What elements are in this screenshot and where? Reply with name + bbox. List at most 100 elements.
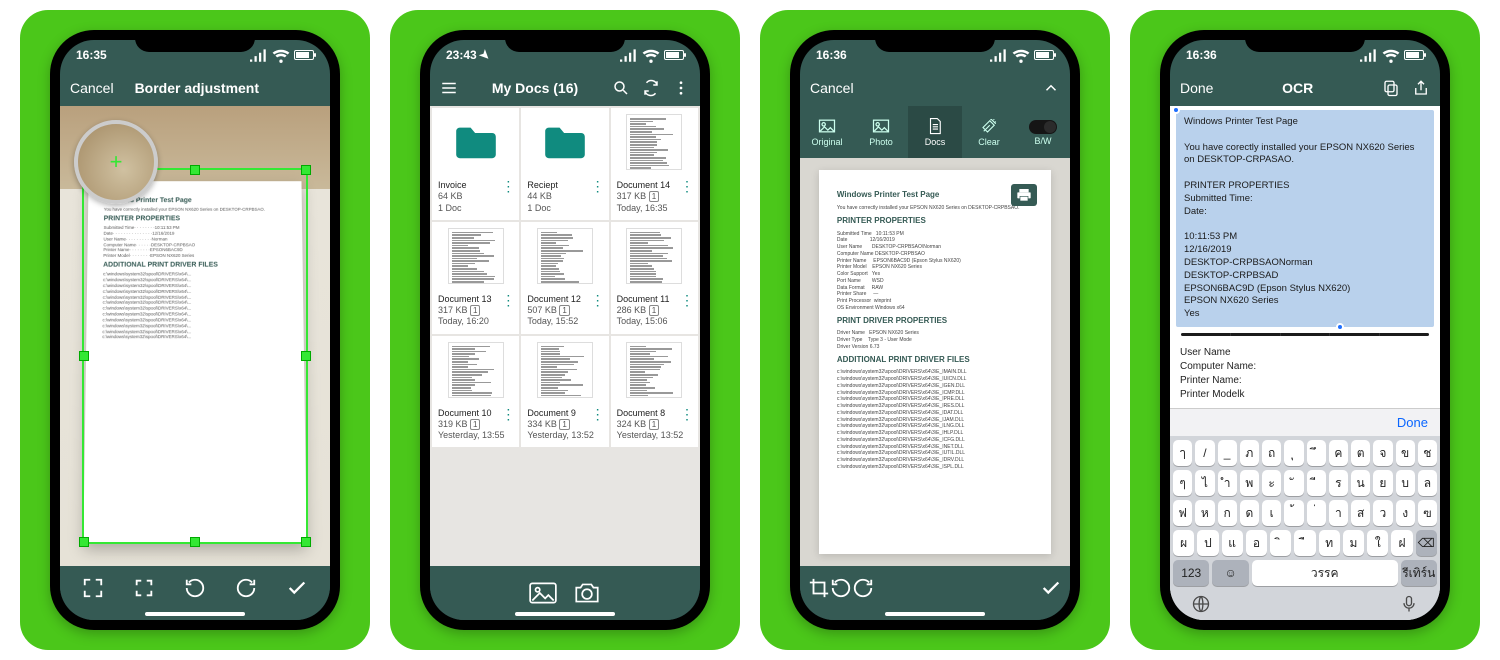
doc-cell[interactable]: Invoice64 KB1 Doc⋮ [432, 108, 519, 220]
docs-grid[interactable]: Invoice64 KB1 Doc⋮Reciept44 KB1 Doc⋮Docu… [430, 106, 700, 566]
filter-tab-original[interactable]: Original [800, 106, 854, 158]
share-icon[interactable] [1412, 79, 1430, 97]
camera-icon[interactable] [572, 580, 602, 606]
done-button[interactable]: Done [1180, 80, 1213, 96]
key[interactable]: น [1351, 470, 1370, 496]
key[interactable]: ั [1284, 470, 1303, 496]
crop-handle-r[interactable] [301, 351, 311, 361]
crop-handle-bl[interactable] [79, 537, 89, 547]
key[interactable]: ง [1396, 500, 1415, 526]
selection-handle-start[interactable] [1172, 106, 1180, 114]
key[interactable]: ค [1329, 440, 1348, 466]
filter-tab-photo[interactable]: Photo [854, 106, 908, 158]
globe-icon[interactable] [1191, 594, 1211, 614]
crop-handle-l[interactable] [79, 351, 89, 361]
doc-more-icon[interactable]: ⋮ [680, 412, 694, 416]
bw-toggle[interactable] [1029, 120, 1057, 134]
key[interactable]: ล [1418, 470, 1437, 496]
doc-cell[interactable]: Document 14317 KB 1Today, 16:35⋮ [611, 108, 698, 220]
chevron-up-icon[interactable] [1042, 79, 1060, 97]
doc-cell[interactable]: Document 10319 KB 1Yesterday, 13:55⋮ [432, 336, 519, 448]
crop-handle-b[interactable] [190, 537, 200, 547]
key[interactable]: ว [1373, 500, 1392, 526]
ocr-selection[interactable]: Windows Printer Test Page You have corec… [1176, 110, 1434, 327]
key[interactable]: ฟ [1173, 500, 1192, 526]
fullscreen-icon[interactable] [133, 577, 155, 599]
cancel-button[interactable]: Cancel [810, 80, 854, 96]
key[interactable]: ึ [1307, 440, 1326, 466]
key[interactable]: ต [1351, 440, 1370, 466]
key[interactable]: ⌫ [1416, 530, 1437, 556]
filter-tab-docs[interactable]: Docs [908, 106, 962, 158]
key[interactable]: ช [1418, 440, 1437, 466]
filter-tab-clear[interactable]: Clear [962, 106, 1016, 158]
key[interactable]: ภ [1240, 440, 1259, 466]
key[interactable]: ผ [1173, 530, 1194, 556]
key[interactable]: ท [1319, 530, 1340, 556]
key[interactable]: ใ [1367, 530, 1388, 556]
key[interactable]: ุ [1284, 440, 1303, 466]
key[interactable]: ม [1343, 530, 1364, 556]
key[interactable]: บ [1396, 470, 1415, 496]
doc-more-icon[interactable]: ⋮ [680, 298, 694, 302]
key[interactable]: ส [1351, 500, 1370, 526]
key-emoji[interactable]: ☺ [1212, 560, 1248, 586]
check-icon[interactable] [1040, 577, 1062, 599]
key[interactable]: ป [1197, 530, 1218, 556]
more-icon[interactable] [672, 79, 690, 97]
doc-cell[interactable]: Document 8324 KB 1Yesterday, 13:52⋮ [611, 336, 698, 448]
rotate-ccw-icon[interactable] [830, 577, 852, 599]
selection-handle-end[interactable] [1336, 323, 1344, 331]
crop-handle-tr[interactable] [301, 165, 311, 175]
key[interactable]: ื [1294, 530, 1315, 556]
key[interactable]: ย [1373, 470, 1392, 496]
key[interactable]: แ [1222, 530, 1243, 556]
key-123[interactable]: 123 [1173, 560, 1209, 586]
key[interactable]: ะ [1262, 470, 1281, 496]
search-icon[interactable] [612, 79, 630, 97]
key[interactable]: ถ [1262, 440, 1281, 466]
key[interactable]: _ [1218, 440, 1237, 466]
key[interactable]: ิ [1270, 530, 1291, 556]
key[interactable]: ๆ [1173, 470, 1192, 496]
key[interactable]: ไ [1195, 470, 1214, 496]
doc-more-icon[interactable]: ⋮ [591, 298, 605, 302]
key[interactable]: ี [1307, 470, 1326, 496]
key[interactable]: ๅ [1173, 440, 1192, 466]
doc-more-icon[interactable]: ⋮ [591, 184, 605, 188]
document-viewport[interactable]: Windows Printer Test Page You have corre… [800, 158, 1070, 566]
key[interactable]: / [1195, 440, 1214, 466]
doc-cell[interactable]: Reciept44 KB1 Doc⋮ [521, 108, 608, 220]
doc-cell[interactable]: Document 9334 KB 1Yesterday, 13:52⋮ [521, 336, 608, 448]
doc-more-icon[interactable]: ⋮ [680, 184, 694, 188]
rotate-cw-icon[interactable] [235, 577, 257, 599]
fit-icon[interactable] [82, 577, 104, 599]
key[interactable]: ฝ [1391, 530, 1412, 556]
crop-icon[interactable] [808, 577, 830, 599]
key[interactable]: ห [1195, 500, 1214, 526]
doc-cell[interactable]: Document 12507 KB 1Today, 15:52⋮ [521, 222, 608, 334]
key[interactable]: ำ [1218, 470, 1237, 496]
crop-handle-br[interactable] [301, 537, 311, 547]
key[interactable]: ่ [1307, 500, 1326, 526]
ctx-lookup[interactable]: Look Up [1281, 333, 1331, 336]
key[interactable]: า [1329, 500, 1348, 526]
copy-icon[interactable] [1382, 79, 1400, 97]
menu-icon[interactable] [440, 79, 458, 97]
doc-cell[interactable]: Document 13317 KB 1Today, 16:20⋮ [432, 222, 519, 334]
key[interactable]: พ [1240, 470, 1259, 496]
keyboard-done-button[interactable]: Done [1170, 408, 1440, 436]
gallery-icon[interactable] [528, 580, 558, 606]
rotate-cw-icon[interactable] [852, 577, 874, 599]
crop-frame[interactable] [82, 168, 308, 544]
key[interactable]: ก [1218, 500, 1237, 526]
doc-more-icon[interactable]: ⋮ [501, 184, 515, 188]
key[interactable]: ข [1396, 440, 1415, 466]
camera-viewport[interactable]: Windows Printer Test Page You have corre… [60, 106, 330, 566]
filter-tab-bw[interactable]: B/W [1016, 106, 1070, 158]
ctx-share[interactable]: Share… [1380, 333, 1429, 336]
cancel-button[interactable]: Cancel [70, 80, 114, 96]
key[interactable]: ด [1240, 500, 1259, 526]
rotate-ccw-icon[interactable] [184, 577, 206, 599]
key-return[interactable]: รีเทิร์น [1401, 560, 1437, 586]
